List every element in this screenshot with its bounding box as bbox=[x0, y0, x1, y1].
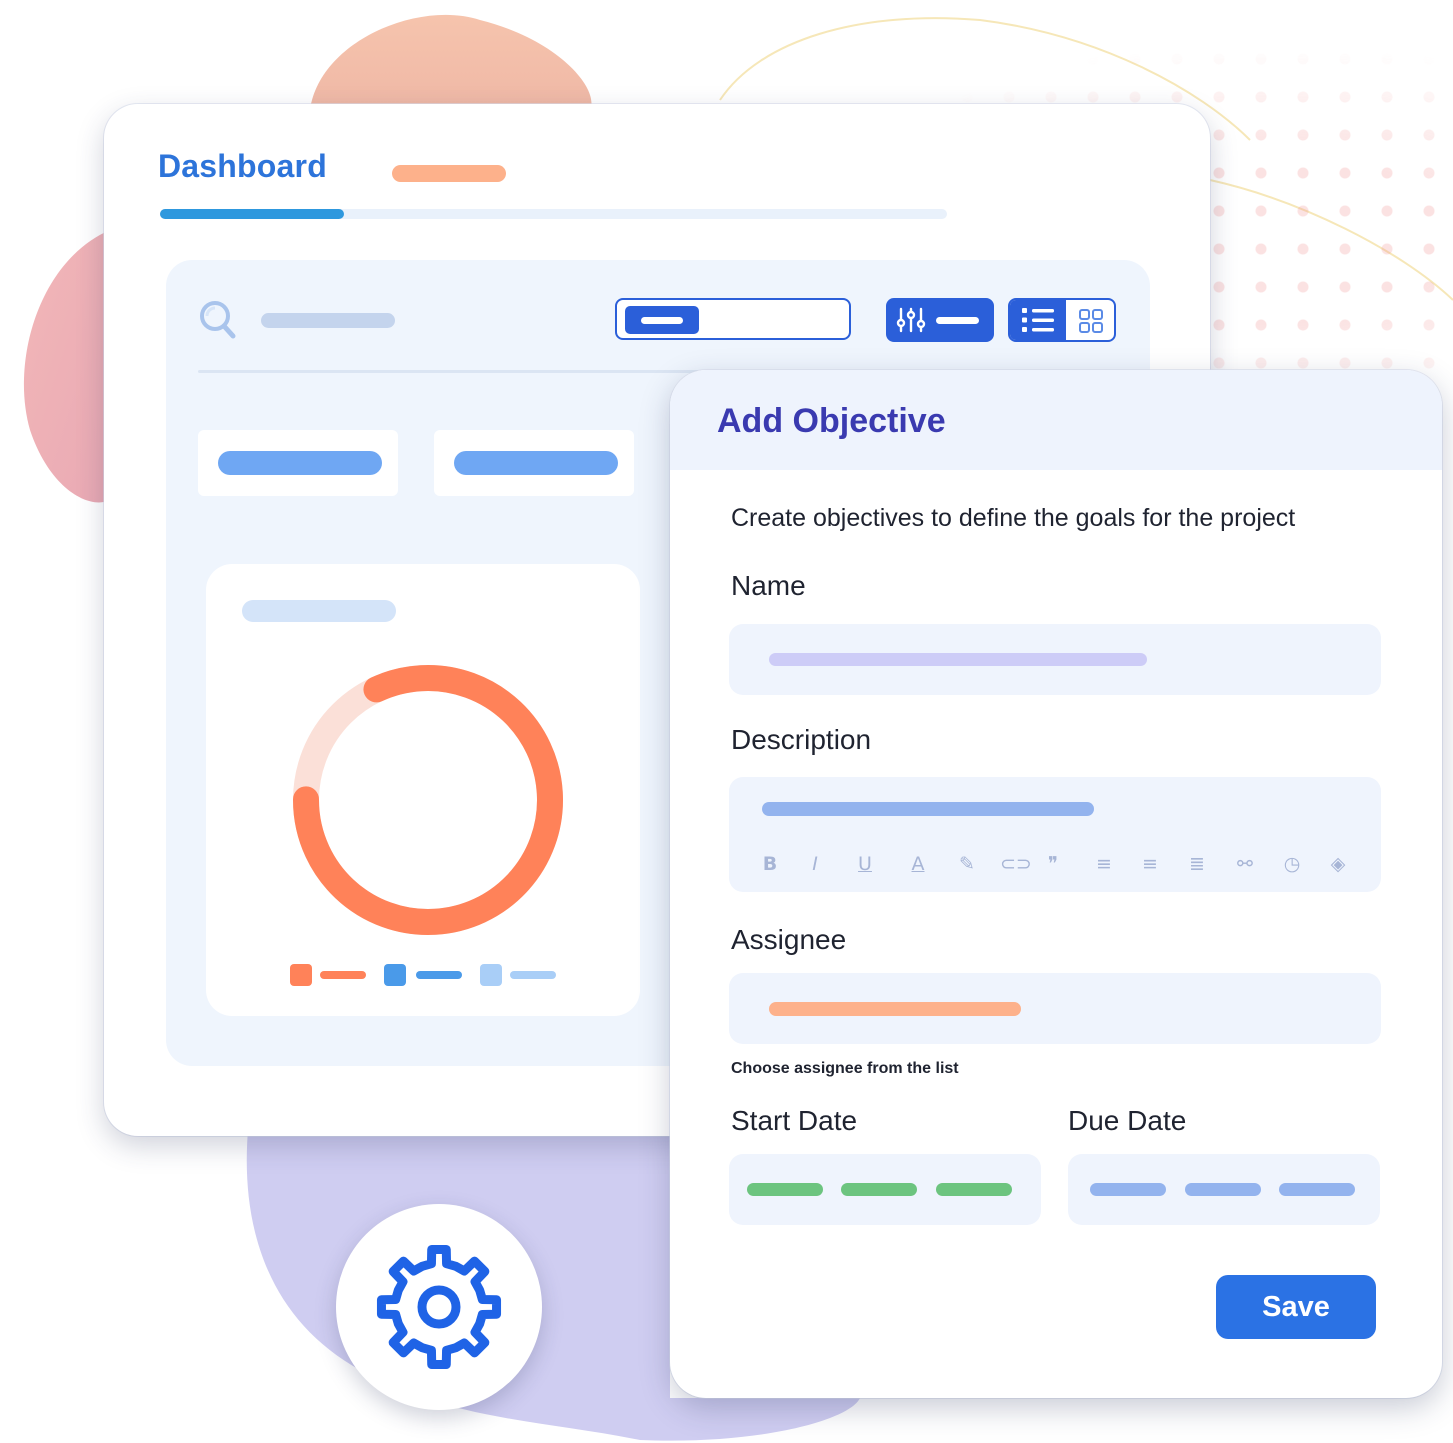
toolbar-divider bbox=[198, 370, 698, 373]
search-icon[interactable] bbox=[198, 298, 238, 342]
grid-icon bbox=[1079, 309, 1103, 333]
dashboard-title-tag bbox=[392, 165, 506, 182]
start-date-label: Start Date bbox=[731, 1105, 858, 1136]
quote-icon[interactable]: ❞ bbox=[1040, 851, 1066, 877]
donut-chart-card bbox=[206, 564, 640, 1016]
assignee-select-value bbox=[769, 1002, 1021, 1016]
name-input[interactable] bbox=[729, 624, 1381, 695]
add-objective-modal: Add Objective Create objectives to defin… bbox=[670, 370, 1442, 1398]
align-left-icon[interactable]: ≡ bbox=[1091, 851, 1117, 877]
name-label: Name bbox=[731, 570, 806, 601]
dashboard-title: Dashboard bbox=[158, 148, 327, 184]
description-editor-value bbox=[762, 802, 1094, 816]
donut-progress bbox=[293, 665, 563, 935]
filter-settings-button[interactable] bbox=[886, 298, 994, 342]
legend-label-1 bbox=[320, 971, 366, 979]
save-button[interactable]: Save bbox=[1216, 1275, 1376, 1339]
grid-view-button[interactable] bbox=[1066, 300, 1114, 340]
modal-header: Add Objective bbox=[670, 370, 1442, 470]
highlight-icon[interactable]: ✎ bbox=[954, 851, 980, 877]
stat-card-2[interactable] bbox=[434, 430, 634, 496]
list-icon bbox=[1022, 308, 1054, 332]
filter-select-chip bbox=[625, 306, 699, 334]
description-editor[interactable]: B I U A ✎ ⊂⊃ ❞ ≡ ≡ ≣ ⚯ ◷ ◈ bbox=[729, 777, 1381, 892]
unlink-icon[interactable]: ⚯ bbox=[1232, 851, 1258, 877]
align-justify-icon[interactable]: ≣ bbox=[1184, 851, 1210, 877]
filter-select[interactable] bbox=[615, 298, 851, 340]
name-input-value bbox=[769, 653, 1147, 666]
assignee-hint: Choose assignee from the list bbox=[731, 1060, 959, 1077]
stat-card-1[interactable] bbox=[198, 430, 398, 496]
underline-icon[interactable]: U bbox=[852, 851, 878, 877]
fill-color-icon[interactable]: ◈ bbox=[1325, 851, 1351, 877]
donut-chart bbox=[293, 665, 563, 935]
legend bbox=[290, 964, 590, 986]
modal-title: Add Objective bbox=[717, 402, 946, 440]
dashboard-progress-fill bbox=[160, 209, 344, 219]
list-view-button[interactable] bbox=[1010, 300, 1066, 340]
assignee-label: Assignee bbox=[731, 924, 847, 955]
align-center-icon[interactable]: ≡ bbox=[1137, 851, 1163, 877]
legend-label-2 bbox=[416, 971, 462, 979]
view-toggle bbox=[1008, 298, 1116, 342]
link-icon[interactable]: ⊂⊃ bbox=[1000, 851, 1032, 877]
assignee-select[interactable] bbox=[729, 973, 1381, 1044]
search-input[interactable] bbox=[261, 313, 395, 328]
legend-label-3 bbox=[510, 971, 556, 979]
modal-description: Create objectives to define the goals fo… bbox=[731, 504, 1296, 532]
legend-swatch-1 bbox=[290, 964, 312, 986]
legend-swatch-3 bbox=[480, 964, 502, 986]
due-date-label: Due Date bbox=[1068, 1105, 1187, 1136]
text-color-icon[interactable]: A bbox=[905, 851, 931, 877]
description-label: Description bbox=[731, 724, 872, 755]
gear-outline bbox=[376, 1244, 502, 1370]
settings-badge[interactable] bbox=[336, 1204, 542, 1410]
start-date-input[interactable] bbox=[729, 1154, 1041, 1225]
chart-title-placeholder bbox=[242, 600, 396, 622]
due-date-input[interactable] bbox=[1068, 1154, 1380, 1225]
bold-icon[interactable]: B bbox=[757, 851, 783, 877]
clock-icon[interactable]: ◷ bbox=[1279, 851, 1305, 877]
legend-swatch-2 bbox=[384, 964, 406, 986]
gear-icon bbox=[376, 1244, 502, 1370]
sliders-icon bbox=[896, 307, 926, 333]
italic-icon[interactable]: I bbox=[802, 851, 828, 877]
